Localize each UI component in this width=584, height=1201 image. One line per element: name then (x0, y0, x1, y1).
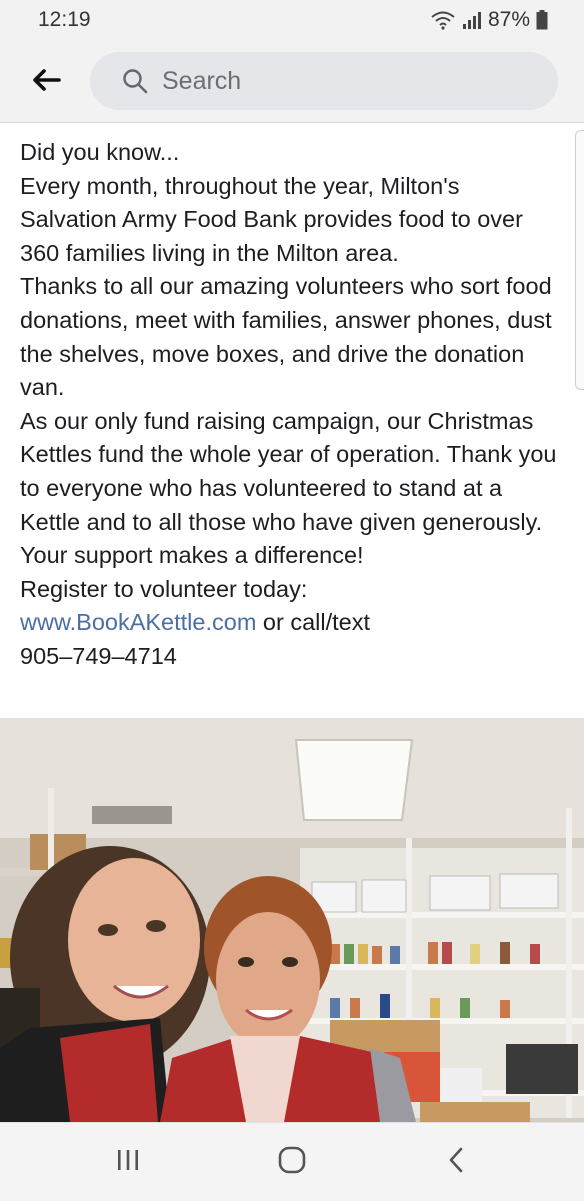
status-icons: 87% (430, 8, 548, 32)
status-time: 12:19 (38, 8, 91, 31)
battery-icon (536, 10, 548, 30)
battery-percent: 87% (487, 8, 530, 31)
home-icon (277, 1145, 307, 1180)
nav-back-button[interactable] (426, 1145, 486, 1179)
navigation-bar (0, 1122, 584, 1201)
post-paragraph: Did you know... (20, 139, 180, 165)
recent-apps-icon (115, 1148, 141, 1177)
post-paragraph: Every month, throughout the year, Milton… (20, 172, 523, 266)
search-input[interactable] (160, 65, 524, 97)
wifi-icon (430, 10, 456, 30)
post-paragraph: As our only fund raising campaign, our C… (20, 407, 557, 569)
home-button[interactable] (262, 1145, 322, 1179)
back-button[interactable] (24, 62, 68, 102)
post-photo[interactable] (0, 718, 584, 1122)
status-bar: 12:19 87% (0, 0, 584, 40)
signal-icon (462, 10, 482, 30)
back-icon (446, 1146, 466, 1179)
post-text: Did you know... Every month, throughout … (20, 136, 560, 674)
post-link-line: www.BookAKettle.com or call/text (20, 606, 560, 640)
search-icon (122, 68, 148, 94)
search-header (0, 40, 584, 123)
back-arrow-icon (31, 68, 61, 97)
search-box[interactable] (90, 52, 558, 110)
post-phone: 905–749–4714 (20, 642, 177, 669)
post-paragraph: Thanks to all our amazing volunteers who… (20, 273, 552, 401)
post-link-suffix: or call/text (256, 609, 371, 636)
bookakettle-link[interactable]: www.BookAKettle.com (20, 609, 256, 635)
recent-apps-button[interactable] (98, 1145, 158, 1179)
post-paragraph: Register to volunteer today: (20, 575, 308, 602)
scrollbar[interactable] (575, 130, 584, 390)
